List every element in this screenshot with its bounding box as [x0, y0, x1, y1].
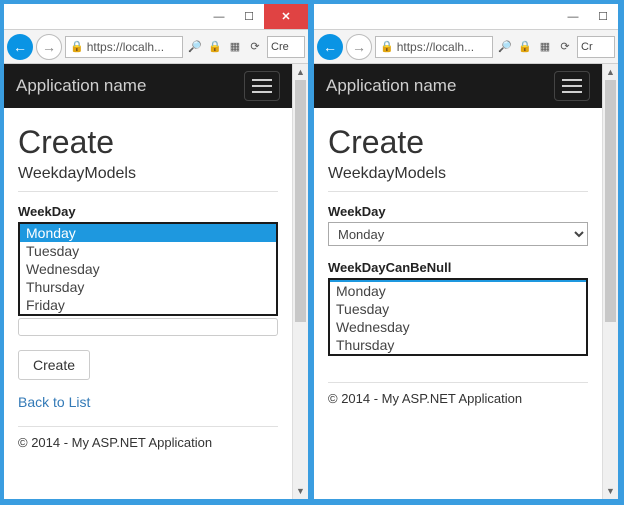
- footer-separator: [328, 382, 588, 383]
- weekday-label: WeekDay: [18, 204, 278, 219]
- page-viewport: Application name Create WeekdayModels We…: [314, 64, 602, 499]
- browser-window-left: — ☐ ✕ ← → 🔒 https://localh... 🔎 🔒 ▦ ⟳ Cr…: [2, 2, 310, 501]
- url-bar[interactable]: 🔒 https://localh...: [65, 36, 183, 58]
- app-name: Application name: [16, 76, 146, 96]
- browser-tab[interactable]: Cr: [577, 36, 615, 58]
- compat-icon[interactable]: ▦: [536, 38, 554, 56]
- forward-button[interactable]: →: [36, 34, 62, 60]
- scroll-down-icon[interactable]: ▼: [603, 483, 618, 499]
- vertical-scrollbar[interactable]: ▲ ▼: [602, 64, 618, 499]
- listbox-option[interactable]: Monday: [20, 224, 276, 242]
- search-dropdown-icon[interactable]: 🔎: [496, 38, 514, 56]
- create-button[interactable]: Create: [18, 350, 90, 380]
- back-button[interactable]: ←: [317, 34, 343, 60]
- listbox-option[interactable]: Monday: [330, 282, 586, 300]
- maximize-button[interactable]: ☐: [588, 4, 618, 29]
- weekday-nullable-listbox[interactable]: Monday Tuesday Wednesday Thursday: [328, 278, 588, 356]
- scroll-down-icon[interactable]: ▼: [293, 483, 308, 499]
- lock-small-icon[interactable]: 🔒: [516, 38, 534, 56]
- lock-icon: 🔒: [380, 40, 394, 53]
- page-title: Create: [328, 124, 588, 161]
- separator: [18, 191, 278, 192]
- input-edge: [18, 318, 278, 336]
- tab-label: Cre: [271, 41, 289, 53]
- app-header: Application name: [314, 64, 602, 108]
- refresh-icon[interactable]: ⟳: [246, 38, 264, 56]
- listbox-option[interactable]: Tuesday: [20, 242, 276, 260]
- weekday-nullable-label: WeekDayCanBeNull: [328, 260, 588, 275]
- separator: [328, 191, 588, 192]
- listbox-option[interactable]: Thursday: [20, 278, 276, 296]
- url-text: https://localh...: [87, 40, 164, 54]
- url-bar[interactable]: 🔒 https://localh...: [375, 36, 493, 58]
- title-bar: — ☐: [314, 4, 618, 30]
- url-text: https://localh...: [397, 40, 474, 54]
- weekday-label: WeekDay: [328, 204, 588, 219]
- compat-icon[interactable]: ▦: [226, 38, 244, 56]
- forward-button[interactable]: →: [346, 34, 372, 60]
- browser-tab[interactable]: Cre: [267, 36, 305, 58]
- app-name: Application name: [326, 76, 456, 96]
- lock-icon: 🔒: [70, 40, 84, 53]
- back-to-list-link[interactable]: Back to List: [18, 394, 90, 410]
- vertical-scrollbar[interactable]: ▲ ▼: [292, 64, 308, 499]
- scroll-up-icon[interactable]: ▲: [603, 64, 618, 80]
- weekday-listbox[interactable]: Monday Tuesday Wednesday Thursday Friday: [18, 222, 278, 316]
- nav-bar: ← → 🔒 https://localh... 🔎 🔒 ▦ ⟳ Cre: [4, 30, 308, 64]
- refresh-icon[interactable]: ⟳: [556, 38, 574, 56]
- footer-text: © 2014 - My ASP.NET Application: [18, 435, 278, 450]
- listbox-option[interactable]: Wednesday: [20, 260, 276, 278]
- scroll-thumb[interactable]: [295, 80, 306, 322]
- search-dropdown-icon[interactable]: 🔎: [186, 38, 204, 56]
- listbox-option[interactable]: Friday: [20, 296, 276, 314]
- browser-window-right: — ☐ ← → 🔒 https://localh... 🔎 🔒 ▦ ⟳ Cr A…: [312, 2, 620, 501]
- close-button[interactable]: ✕: [264, 4, 308, 29]
- listbox-option[interactable]: Tuesday: [330, 300, 586, 318]
- scroll-thumb[interactable]: [605, 80, 616, 322]
- weekday-select[interactable]: Monday: [328, 222, 588, 246]
- page-title: Create: [18, 124, 278, 161]
- menu-toggle-button[interactable]: [554, 71, 590, 101]
- tab-label: Cr: [581, 41, 593, 53]
- listbox-option[interactable]: Wednesday: [330, 318, 586, 336]
- nav-icon-group: 🔎 🔒 ▦ ⟳: [186, 38, 264, 56]
- listbox-option[interactable]: Thursday: [330, 336, 586, 354]
- minimize-button[interactable]: —: [558, 4, 588, 29]
- footer-separator: [18, 426, 278, 427]
- footer-text: © 2014 - My ASP.NET Application: [328, 391, 588, 406]
- page-subtitle: WeekdayModels: [18, 165, 278, 183]
- nav-icon-group: 🔎 🔒 ▦ ⟳: [496, 38, 574, 56]
- page-subtitle: WeekdayModels: [328, 165, 588, 183]
- menu-toggle-button[interactable]: [244, 71, 280, 101]
- scroll-up-icon[interactable]: ▲: [293, 64, 308, 80]
- maximize-button[interactable]: ☐: [234, 4, 264, 29]
- page-viewport: Application name Create WeekdayModels We…: [4, 64, 292, 499]
- title-bar: — ☐ ✕: [4, 4, 308, 30]
- minimize-button[interactable]: —: [204, 4, 234, 29]
- nav-bar: ← → 🔒 https://localh... 🔎 🔒 ▦ ⟳ Cr: [314, 30, 618, 64]
- lock-small-icon[interactable]: 🔒: [206, 38, 224, 56]
- back-button[interactable]: ←: [7, 34, 33, 60]
- app-header: Application name: [4, 64, 292, 108]
